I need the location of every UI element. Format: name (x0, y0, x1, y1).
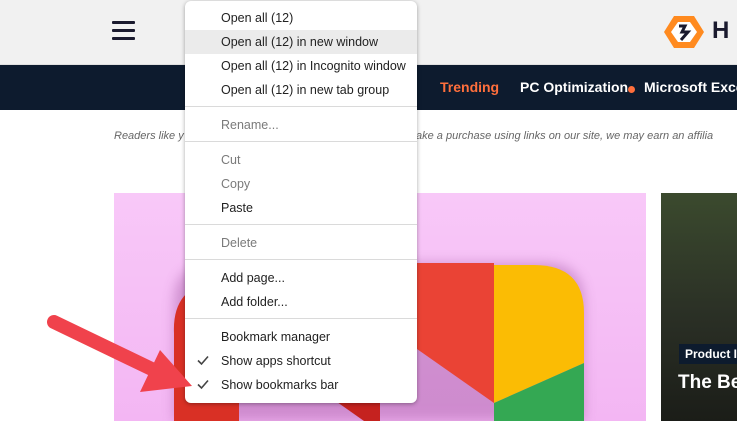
menu-item-add-folder[interactable]: Add folder... (185, 290, 417, 314)
nav-dot-icon (628, 86, 635, 93)
checkmark-icon (197, 379, 209, 390)
menu-item-label: Delete (221, 236, 258, 250)
menu-item-label: Add page... (221, 271, 285, 285)
menu-item-open-all-incognito[interactable]: Open all (12) in Incognito window (185, 54, 417, 78)
menu-item-rename[interactable]: Rename... (185, 113, 417, 137)
menu-item-label: Add folder... (221, 295, 288, 309)
nav-trending[interactable]: Trending (440, 79, 499, 95)
menu-item-label: Copy (221, 177, 251, 191)
side-article-card[interactable]: Product I The Be (661, 193, 737, 421)
affiliate-disclaimer-left: Readers like y (114, 130, 184, 142)
menu-item-label: Open all (12) in Incognito window (221, 59, 406, 73)
menu-item-label: Bookmark manager (221, 330, 331, 344)
menu-item-cut[interactable]: Cut (185, 148, 417, 172)
menu-separator (185, 224, 417, 225)
menu-item-label: Paste (221, 201, 253, 215)
menu-item-add-page[interactable]: Add page... (185, 266, 417, 290)
site-logo-icon[interactable] (664, 14, 706, 50)
menu-item-label: Open all (12) in new window (221, 35, 379, 49)
nav-microsoft-excel[interactable]: Microsoft Exce (644, 79, 737, 95)
side-article-title[interactable]: The Be (678, 372, 737, 394)
side-article-badge[interactable]: Product I (679, 344, 737, 364)
menu-item-label: Show apps shortcut (221, 354, 331, 368)
menu-item-open-all-new-window[interactable]: Open all (12) in new window (185, 30, 417, 54)
menu-item-label: Rename... (221, 118, 279, 132)
bookmark-context-menu: Open all (12) Open all (12) in new windo… (185, 1, 417, 403)
menu-item-label: Open all (12) (221, 11, 294, 25)
hamburger-menu-icon[interactable] (112, 20, 135, 40)
checkmark-icon (197, 355, 209, 366)
menu-separator (185, 106, 417, 107)
menu-item-label: Cut (221, 153, 241, 167)
nav-pc-optimization[interactable]: PC Optimization (520, 79, 628, 95)
menu-separator (185, 259, 417, 260)
menu-separator (185, 318, 417, 319)
site-logo-text[interactable]: H (712, 17, 729, 45)
menu-separator (185, 141, 417, 142)
menu-item-copy[interactable]: Copy (185, 172, 417, 196)
menu-item-show-bookmarks-bar[interactable]: Show bookmarks bar (185, 373, 417, 397)
menu-item-open-all[interactable]: Open all (12) (185, 6, 417, 30)
menu-item-bookmark-manager[interactable]: Bookmark manager (185, 325, 417, 349)
menu-item-label: Open all (12) in new tab group (221, 83, 390, 97)
menu-item-open-all-tab-group[interactable]: Open all (12) in new tab group (185, 78, 417, 102)
menu-item-show-apps-shortcut[interactable]: Show apps shortcut (185, 349, 417, 373)
affiliate-disclaimer-right: ake a purchase using links on our site, … (416, 130, 714, 142)
menu-item-delete[interactable]: Delete (185, 231, 417, 255)
menu-item-label: Show bookmarks bar (221, 378, 339, 392)
menu-item-paste[interactable]: Paste (185, 196, 417, 220)
